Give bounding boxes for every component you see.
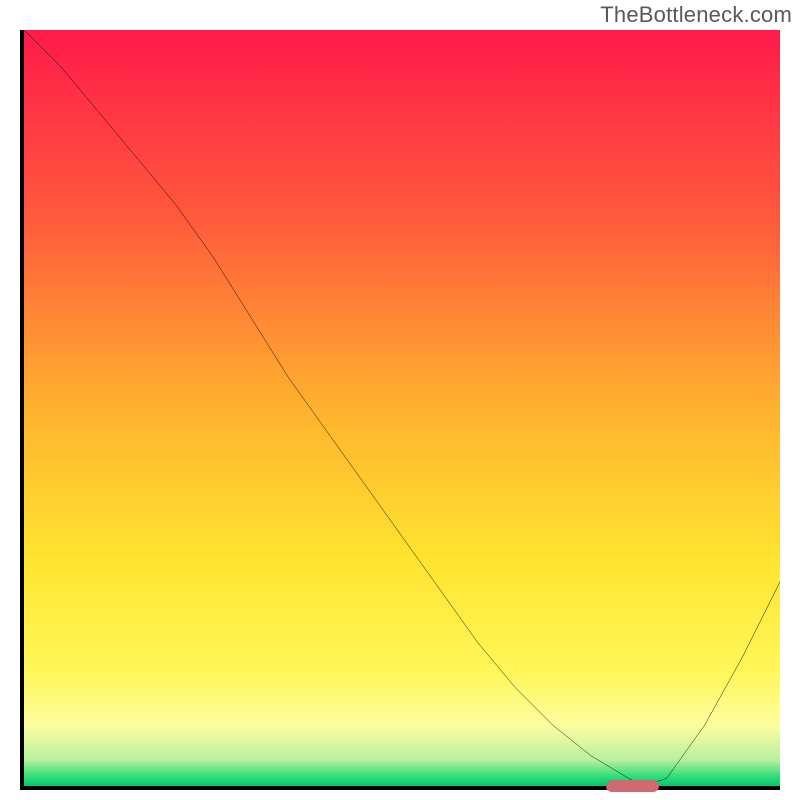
plot-frame bbox=[20, 30, 780, 790]
watermark-text: TheBottleneck.com bbox=[600, 2, 792, 28]
chart-curve bbox=[24, 30, 780, 786]
plot-area bbox=[24, 30, 780, 786]
highlight-marker bbox=[606, 780, 659, 792]
